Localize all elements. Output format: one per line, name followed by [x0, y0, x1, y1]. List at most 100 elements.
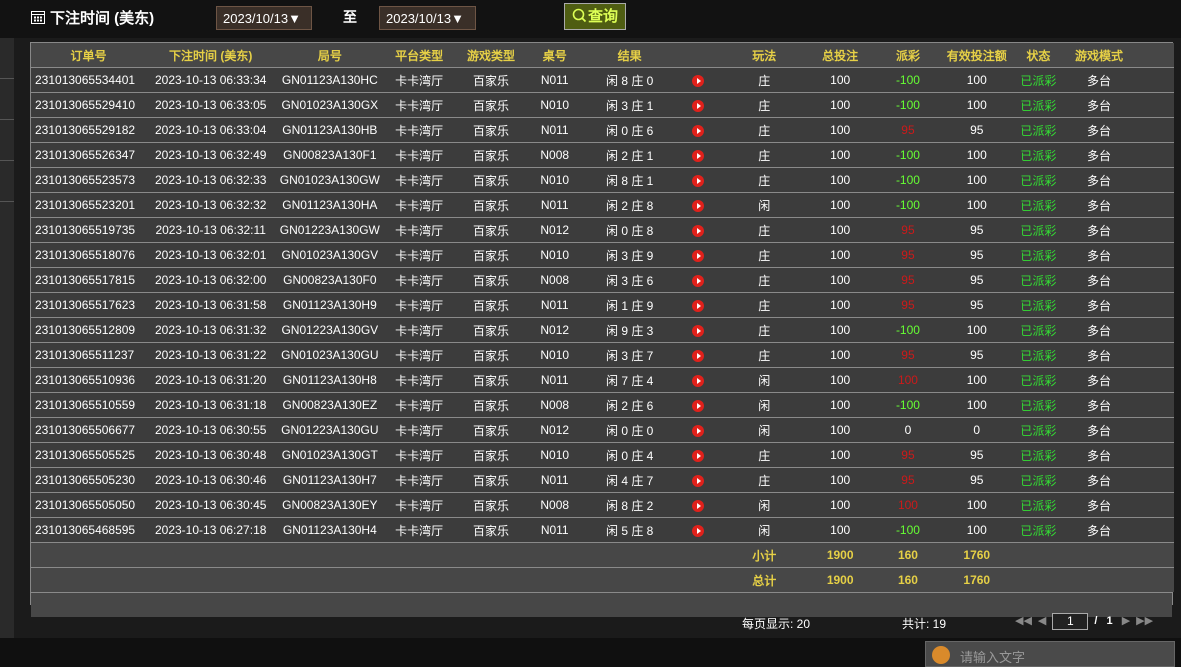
col-header-total-bet[interactable]: 总投注	[809, 43, 871, 68]
subtotal-total-bet: 1900	[809, 542, 871, 568]
col-header-game-type[interactable]: 游戏类型	[454, 43, 529, 68]
play-replay-icon[interactable]	[692, 374, 705, 387]
col-header-table-no[interactable]: 桌号	[528, 43, 582, 68]
cell-replay[interactable]	[677, 317, 720, 343]
cell-replay[interactable]	[677, 392, 720, 418]
next-page-icon[interactable]: ▶	[1122, 615, 1130, 627]
cell-round-no: GN01023A130GX	[275, 92, 385, 118]
col-header-result[interactable]: 结果	[581, 43, 678, 68]
per-page-label[interactable]: 每页显示: 20	[742, 615, 810, 632]
play-replay-icon[interactable]	[692, 424, 705, 437]
play-replay-icon[interactable]	[692, 399, 705, 412]
play-replay-icon[interactable]	[692, 249, 705, 262]
col-header-bet-time[interactable]: 下注时间 (美东)	[146, 43, 276, 68]
cell-replay[interactable]	[677, 417, 720, 443]
bet-records-panel: 订单号 下注时间 (美东) 局号 平台类型 游戏类型 桌号 结果 玩法 总投注 …	[30, 42, 1174, 617]
col-header-order-no[interactable]: 订单号	[31, 43, 147, 68]
emoji-icon[interactable]	[932, 646, 950, 664]
play-replay-icon[interactable]	[692, 199, 705, 212]
cell-result: 闲 9 庄 3	[581, 317, 678, 343]
prev-page-icon[interactable]: ◀	[1038, 615, 1046, 627]
cell-total-bet: 100	[809, 417, 871, 443]
cell-replay[interactable]	[677, 142, 720, 168]
cell-replay[interactable]	[677, 517, 720, 543]
play-replay-icon[interactable]	[692, 499, 705, 512]
cell-replay[interactable]	[677, 492, 720, 518]
col-header-valid-bet[interactable]: 有效投注额	[944, 43, 1009, 68]
cell-replay[interactable]	[677, 92, 720, 118]
play-replay-icon[interactable]	[692, 474, 705, 487]
last-page-icon[interactable]: ▶▶	[1136, 615, 1153, 627]
cell-result: 闲 4 庄 7	[581, 467, 678, 493]
cell-valid-bet: 95	[944, 242, 1009, 268]
cell-blank	[1129, 317, 1174, 343]
col-header-round-no[interactable]: 局号	[275, 43, 385, 68]
chat-input[interactable]: 请输入文字	[925, 641, 1175, 667]
cell-replay[interactable]	[677, 367, 720, 393]
cell-round-no: GN00823A130F0	[275, 267, 385, 293]
cell-replay[interactable]	[677, 267, 720, 293]
play-replay-icon[interactable]	[692, 274, 705, 287]
play-replay-icon[interactable]	[692, 149, 705, 162]
cell-valid-bet: 95	[944, 117, 1009, 143]
grandtotal-payout: 160	[870, 567, 945, 592]
cell-status: 已派彩	[1008, 442, 1069, 468]
col-header-payout[interactable]: 派彩	[870, 43, 945, 68]
cell-status: 已派彩	[1008, 192, 1069, 218]
cell-replay[interactable]	[677, 442, 720, 468]
cell-table-no: N008	[528, 142, 582, 168]
cell-game-mode: 多台	[1068, 392, 1130, 418]
cell-round-no: GN00823A130EZ	[275, 392, 385, 418]
cell-game-mode: 多台	[1068, 517, 1130, 543]
cell-replay[interactable]	[677, 467, 720, 493]
cell-game-type: 百家乐	[454, 217, 529, 243]
col-header-game-mode[interactable]: 游戏模式	[1068, 43, 1130, 68]
cell-replay[interactable]	[677, 292, 720, 318]
col-header-play-type[interactable]: 玩法	[719, 43, 810, 68]
play-replay-icon[interactable]	[692, 174, 705, 187]
cell-result: 闲 2 庄 8	[581, 192, 678, 218]
cell-blank	[1129, 367, 1174, 393]
cell-replay[interactable]	[677, 342, 720, 368]
cell-replay[interactable]	[677, 242, 720, 268]
play-replay-icon[interactable]	[692, 299, 705, 312]
play-replay-icon[interactable]	[692, 324, 705, 337]
col-header-status[interactable]: 状态	[1008, 43, 1069, 68]
cell-status: 已派彩	[1008, 217, 1069, 243]
cell-play-type: 闲	[719, 367, 810, 393]
cell-replay[interactable]	[677, 167, 720, 193]
cell-play-type: 闲	[719, 392, 810, 418]
play-replay-icon[interactable]	[692, 349, 705, 362]
play-replay-icon[interactable]	[692, 124, 705, 137]
play-replay-icon[interactable]	[692, 99, 705, 112]
page-number-input[interactable]: 1	[1052, 613, 1089, 630]
page-count: 1	[1106, 615, 1113, 628]
cell-valid-bet: 95	[944, 292, 1009, 318]
cell-game-type: 百家乐	[454, 342, 529, 368]
first-page-icon[interactable]: ◀◀	[1015, 615, 1032, 627]
date-from-select[interactable]: 2023/10/13▼	[216, 6, 312, 30]
cell-play-type: 庄	[719, 217, 810, 243]
play-replay-icon[interactable]	[692, 449, 705, 462]
cell-replay[interactable]	[677, 217, 720, 243]
cell-round-no: GN01023A130GT	[275, 442, 385, 468]
cell-status: 已派彩	[1008, 92, 1069, 118]
cell-platform: 卡卡湾厅	[384, 142, 455, 168]
cell-blank	[1129, 67, 1174, 93]
cell-replay[interactable]	[677, 192, 720, 218]
play-replay-icon[interactable]	[692, 74, 705, 87]
date-to-select[interactable]: 2023/10/13▼	[379, 6, 476, 30]
cell-game-type: 百家乐	[454, 142, 529, 168]
cell-replay[interactable]	[677, 67, 720, 93]
calendar-icon	[31, 11, 45, 24]
col-header-platform[interactable]: 平台类型	[384, 43, 455, 68]
cell-total-bet: 100	[809, 317, 871, 343]
cell-status: 已派彩	[1008, 142, 1069, 168]
subtotal-row: 小计 1900 160 1760	[31, 542, 1174, 568]
play-replay-icon[interactable]	[692, 524, 705, 537]
cell-replay[interactable]	[677, 117, 720, 143]
query-button[interactable]: 查询	[564, 3, 626, 30]
cell-platform: 卡卡湾厅	[384, 292, 455, 318]
play-replay-icon[interactable]	[692, 224, 705, 237]
cell-platform: 卡卡湾厅	[384, 217, 455, 243]
